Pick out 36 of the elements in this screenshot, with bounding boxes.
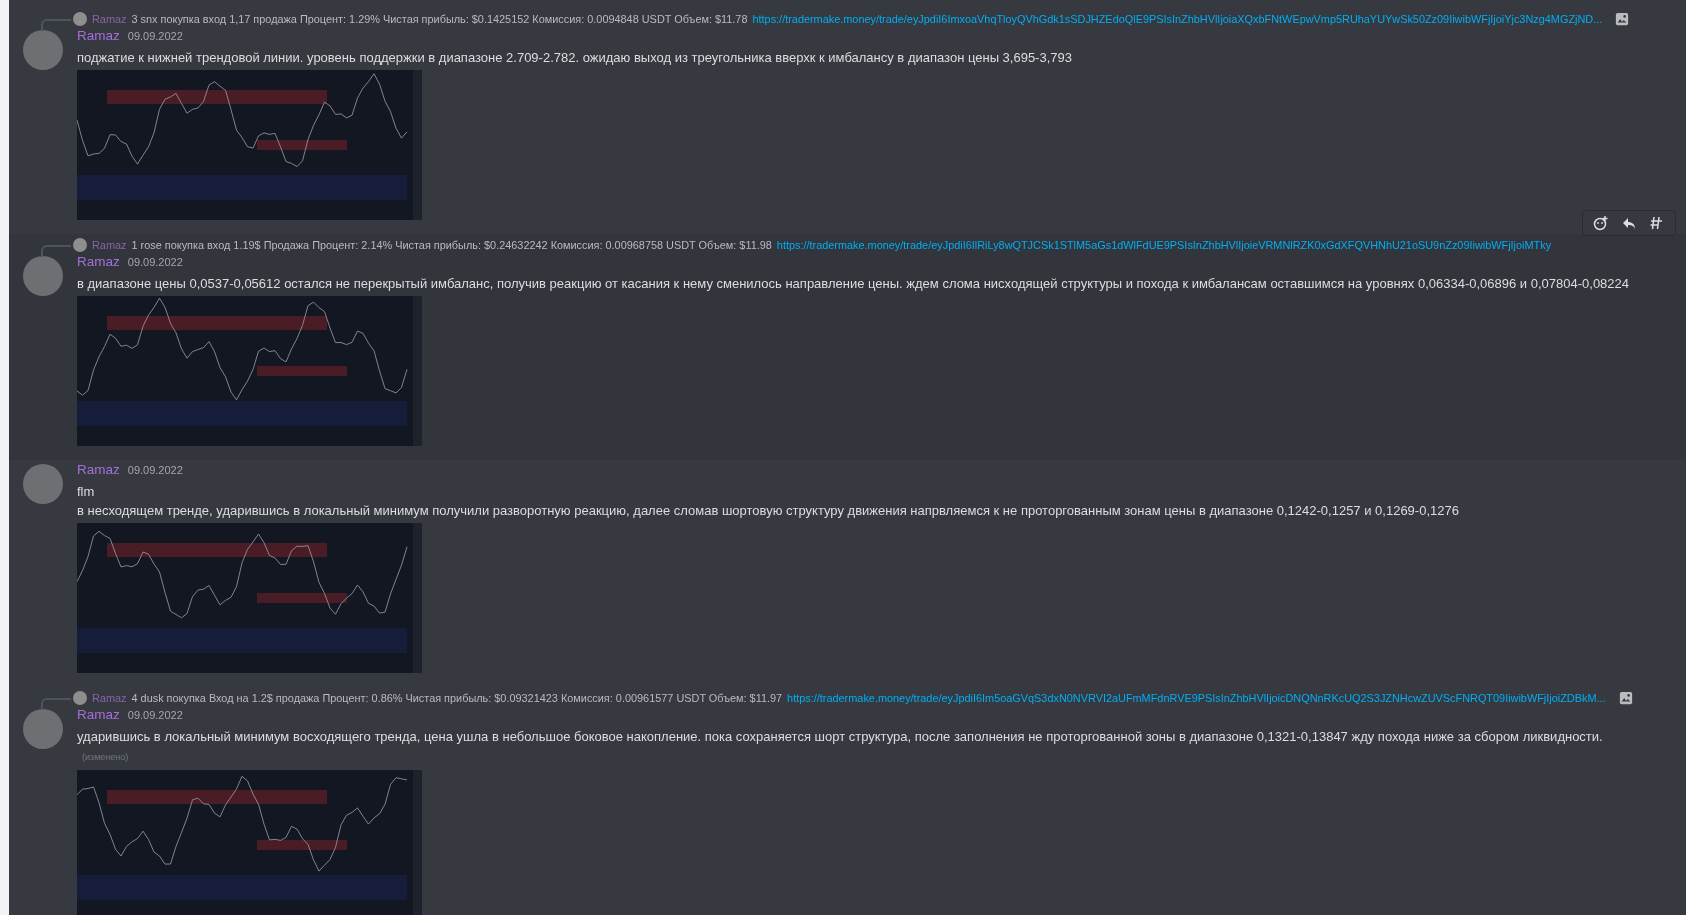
message-text: в диапазоне цены 0,0537-0,05612 остался не перекрытый имбаланс, получив реакцию от касания к нему сменилось направление цены. ждем слома нисходящей структуры и похода к имбалансам оставшимся на уровнях 0,06334-0,06896 и 0,07804-0,08224 bbox=[77, 275, 1631, 293]
reply-author[interactable]: Ramaz bbox=[92, 239, 127, 251]
reply-text[interactable]: 4 dusk покупка Вход на 1.2$ продажа Процент: 0.86% Чистая прибыль: $0.09321423 Комиссия: 0.00961577 USDT Объем: $11.97 bbox=[131, 692, 783, 704]
reply-author[interactable]: Ramaz bbox=[92, 13, 127, 25]
link[interactable]: https://tradermake.money/trade/eyJpdiI6Im5oaGVqS3dxN0NVRVI2aUFmMFdnRVE9PSIsInZhbHVlIjoicDNQNnRKcUQ2S3JZNHcwZUVScFNRQT09IiwibWFjIjoiZDBkM... bbox=[787, 692, 1606, 704]
message-text: поджатие к нижней трендовой линии. уровень поддержки в диапазоне 2.709-2.782. ожидаю выход из треугольника вверхк к имбалансу в диапазон цены 3,695-3,793 bbox=[77, 49, 1073, 67]
timestamp: 09.09.2022 bbox=[127, 464, 183, 476]
message-text: flm bbox=[77, 483, 96, 501]
edited-label: (изменено) bbox=[82, 752, 129, 762]
author-name[interactable]: Ramaz bbox=[77, 707, 120, 722]
avatar[interactable] bbox=[23, 30, 63, 70]
timestamp: 09.09.2022 bbox=[127, 30, 183, 42]
avatar bbox=[73, 238, 87, 252]
author-name[interactable]: Ramaz bbox=[77, 28, 120, 43]
reply-text[interactable]: 3 snx покупка вход 1,17 продажа Процент: 1.29% Чистая прибыль: $0.1425152 Комиссия: 0.0094848 USDT Объем: $11.78 bbox=[131, 13, 748, 25]
avatar[interactable] bbox=[23, 709, 63, 749]
chart-image[interactable] bbox=[77, 770, 422, 915]
link[interactable]: https://tradermake.money/trade/eyJpdiI6IlRiLy8wQTJCSk1STlM5aGs1dWlFdUE9PSIsInZhbHVlIjoieVRMNlRZK0xGdXFQVHNhU21oSU9nZz09IiwibWFjIjoiMTky bbox=[776, 239, 1552, 251]
timestamp: 09.09.2022 bbox=[127, 256, 183, 268]
chart-image[interactable] bbox=[77, 296, 422, 446]
reply-text[interactable]: 1 rose покупка вход 1.19$ Продажа Процент: 2.14% Чистая прибыль: $0.24632242 Комиссия: 0.00968758 USDT Объем: $11.98 bbox=[131, 239, 772, 251]
message-text: в несходящем тренде, ударившись в локальный минимум получили разворотную реакцию, далее сломав шортовую структуру движения напрвляемся к не проторгованным зонам цены в диапазоне 0,1242-0,1257 и 0,1269-0,1276 bbox=[77, 502, 1460, 520]
reply-author[interactable]: Ramaz bbox=[92, 692, 127, 704]
message-text: ударившись в локальный минимум восходящего тренда, цена ушла в небольшое боковое накопление. пока сохраняется шорт структура, после заполнения не проторгованной зоны в диапазоне 0,1321-0,13847 жду похода ниже за сбором ликвидности. (изменено) bbox=[77, 728, 1604, 764]
avatar[interactable] bbox=[23, 256, 63, 296]
add-reaction-icon[interactable] bbox=[1593, 215, 1609, 231]
chart-image[interactable] bbox=[77, 523, 422, 673]
link[interactable]: https://tradermake.money/trade/eyJpdiI6ImxoaVhqTloyQVhGdk1sSDJHZEdoQlE9PSIsInZhbHVlIjoiaXQxbFNtWEpwVmp5RUhaYUYwSk50Zz09IiwibWFjIjoiYjc3Nzg4MGZjND... bbox=[752, 13, 1603, 25]
chart-image[interactable] bbox=[77, 70, 422, 220]
avatar bbox=[73, 12, 87, 26]
avatar[interactable] bbox=[23, 464, 63, 504]
author-name[interactable]: Ramaz bbox=[77, 254, 120, 269]
author-name[interactable]: Ramaz bbox=[77, 462, 120, 477]
avatar bbox=[73, 691, 87, 705]
thread-icon[interactable] bbox=[1649, 215, 1665, 231]
timestamp: 09.09.2022 bbox=[127, 709, 183, 721]
